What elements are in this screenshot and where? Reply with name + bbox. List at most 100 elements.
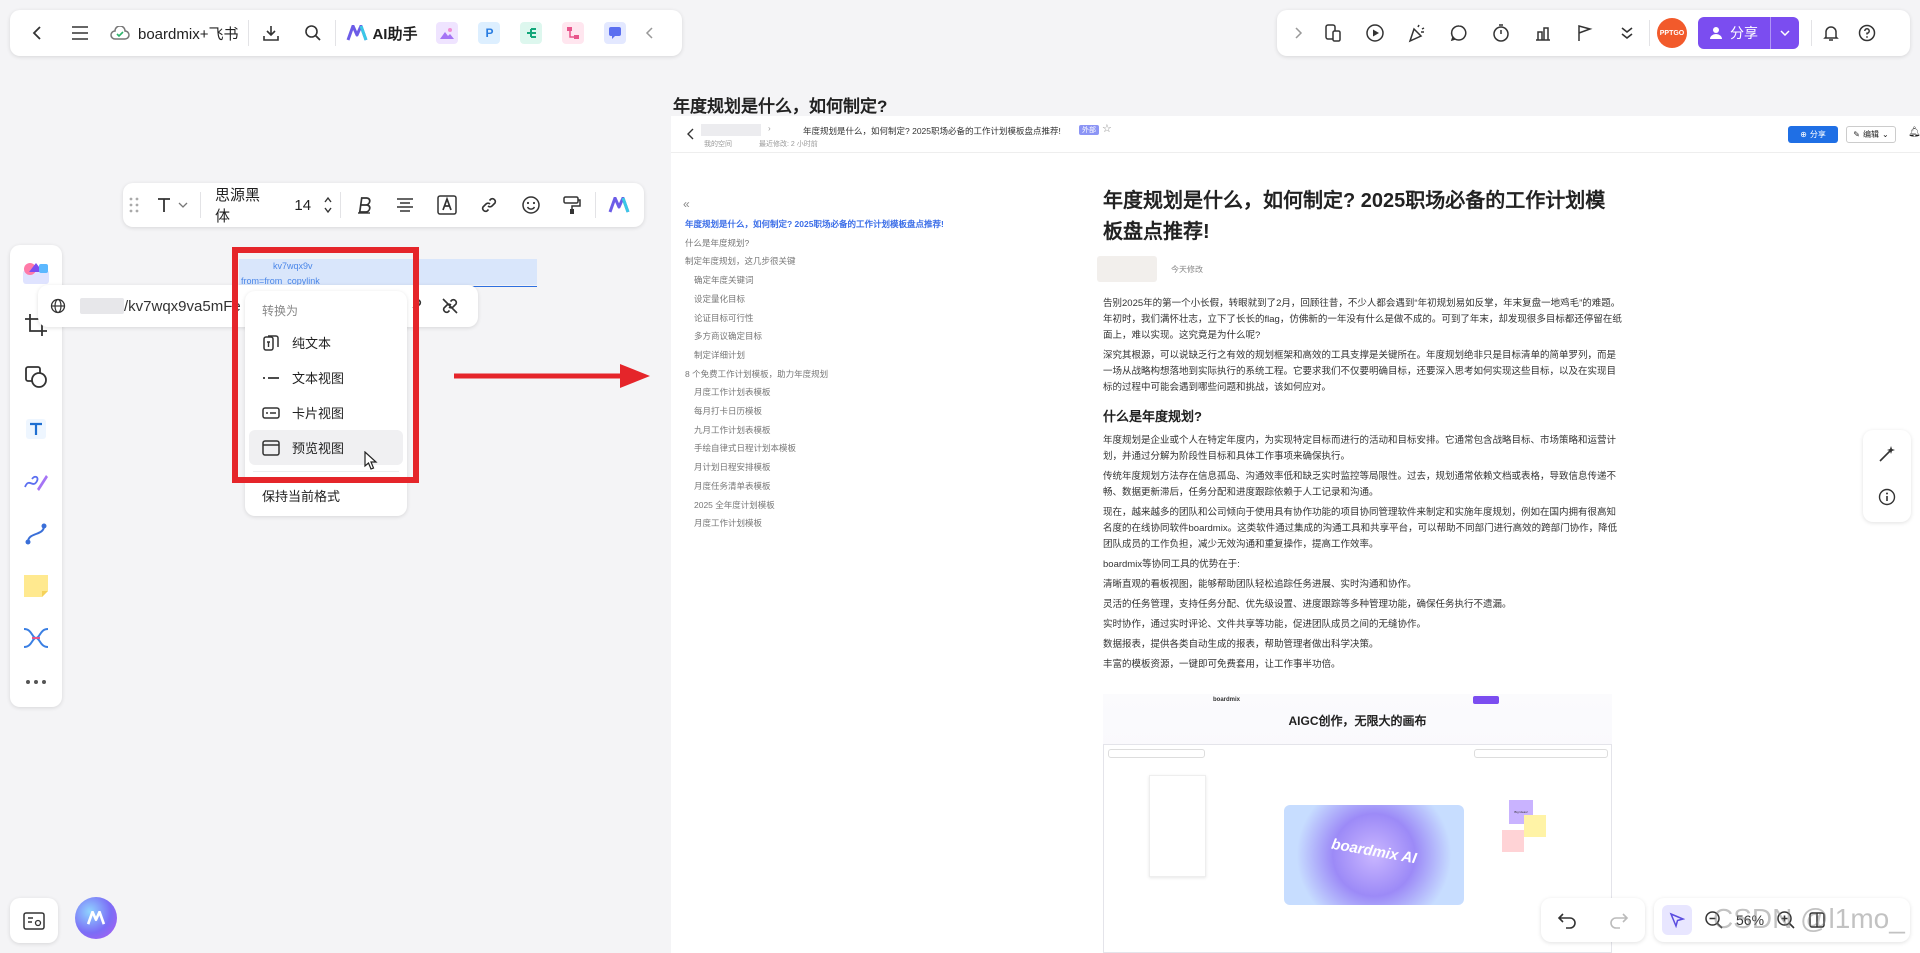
link-url[interactable]: /kv7wqx9va5mFe: [124, 298, 241, 315]
expand-toolbar-button[interactable]: [1285, 13, 1311, 53]
devices-icon: [1323, 23, 1343, 43]
celebrate-button[interactable]: [1397, 13, 1437, 53]
party-icon: [1407, 23, 1427, 43]
toc-item[interactable]: 每月打卡日历模板: [685, 402, 995, 421]
toc-item[interactable]: 多方商议确定目标: [685, 327, 995, 346]
plugin-mindmap-button[interactable]: [511, 13, 551, 53]
bell-icon[interactable]: 🔔︎: [1908, 127, 1920, 138]
toc-item[interactable]: 什么是年度规划?: [685, 234, 995, 253]
toc-item[interactable]: 月度任务清单表模板: [685, 477, 995, 496]
format-painter-icon: [562, 195, 582, 215]
sticky-note-tool[interactable]: [16, 566, 56, 605]
format-painter-button[interactable]: [553, 185, 591, 225]
toc-item[interactable]: 手绘自律式日程计划本模板: [685, 439, 995, 458]
timer-icon: [1491, 23, 1511, 43]
more-tools-button[interactable]: [1607, 13, 1647, 53]
toc-item[interactable]: 论证目标可行性: [685, 309, 995, 328]
font-size-stepper[interactable]: 14: [286, 196, 336, 214]
doc-edit-label: 编辑: [1863, 130, 1879, 139]
align-button[interactable]: [386, 185, 424, 225]
collapse-toc-icon[interactable]: «: [683, 197, 690, 211]
toc-item[interactable]: 8 个免费工作计划模板，助力年度规划: [685, 365, 995, 384]
article-paragraph: boardmix等协同工具的优势在于:: [1103, 559, 1240, 570]
present-button[interactable]: [1355, 13, 1395, 53]
article-banner-image: boardmix AIGC创作，无限大的画布 boardmix AI Big I…: [1103, 694, 1612, 953]
doc-edit-button[interactable]: ✎ 编辑 ⌄: [1846, 126, 1896, 143]
right-side-panel: [1863, 430, 1911, 522]
double-chevron-down-icon: [1619, 25, 1635, 41]
toc-item[interactable]: 年度规划是什么，如何制定? 2025职场必备的工作计划模板盘点推荐!: [685, 215, 995, 234]
text-style-dropdown[interactable]: [148, 187, 196, 223]
unlink-icon[interactable]: [440, 296, 460, 316]
ai-assistant-button[interactable]: AI助手: [338, 13, 425, 53]
plugin-p-button[interactable]: P: [469, 13, 509, 53]
chevron-down-icon: [178, 202, 188, 208]
connector-tool[interactable]: [16, 514, 56, 553]
toc-item[interactable]: 2025 全年度计划模板: [685, 496, 995, 515]
chevron-down-icon[interactable]: [1770, 17, 1799, 49]
shapes-icon: [24, 365, 48, 389]
switch-device-button[interactable]: [1313, 13, 1353, 53]
ai-format-button[interactable]: [600, 185, 638, 225]
drag-handle-icon[interactable]: [129, 197, 144, 213]
menu-item-keep-format[interactable]: 保持当前格式: [249, 478, 403, 513]
text-tool[interactable]: [16, 410, 56, 449]
chevron-left-icon[interactable]: [687, 128, 695, 140]
mindmap-tool[interactable]: [16, 618, 56, 657]
menu-button[interactable]: [60, 13, 100, 53]
pen-tool[interactable]: [16, 462, 56, 501]
back-button[interactable]: [18, 13, 58, 53]
link-button[interactable]: [470, 185, 508, 225]
timer-button[interactable]: [1481, 13, 1521, 53]
toc-item[interactable]: 设定量化目标: [685, 290, 995, 309]
article-paragraph: 灵活的任务管理，支持任务分配、优先级设置、进度跟踪等多种管理功能，确保任务执行不…: [1103, 599, 1512, 610]
sticky-note-icon: [22, 573, 50, 599]
text-color-button[interactable]: [428, 185, 466, 225]
emoji-button[interactable]: [512, 185, 550, 225]
info-icon[interactable]: [1878, 488, 1896, 506]
shape-tool[interactable]: [16, 357, 56, 396]
chevron-down-icon: ⌄: [1882, 130, 1889, 139]
doc-edited: 最近修改: 2 小时前: [759, 141, 818, 148]
download-button[interactable]: [251, 13, 291, 53]
plugin-flow-button[interactable]: [553, 13, 593, 53]
toc-item[interactable]: 确定年度关键词: [685, 271, 995, 290]
collapse-toolbar-button[interactable]: [637, 13, 663, 53]
toc-item[interactable]: 月计划日程安排模板: [685, 458, 995, 477]
article-paragraph: 传统年度规划方法存在信息孤岛、沟通效率低和缺乏实时监控等局限性。过去，规划通常依…: [1103, 471, 1617, 498]
search-button[interactable]: [293, 13, 333, 53]
star-icon[interactable]: ☆: [1102, 122, 1112, 135]
bold-button[interactable]: [345, 185, 383, 225]
user-avatar[interactable]: PPTGO: [1652, 13, 1692, 53]
toc-item[interactable]: 制定详细计划: [685, 346, 995, 365]
plugin-chat-button[interactable]: [595, 13, 635, 53]
divider: [595, 192, 597, 218]
magic-wand-icon[interactable]: [1877, 444, 1897, 464]
top-left-toolbar: boardmix+飞书 AI助手 P: [10, 10, 682, 56]
vote-button[interactable]: [1523, 13, 1563, 53]
toc-item[interactable]: 月度工作计划表模板: [685, 383, 995, 402]
font-family-select[interactable]: 思源黑体: [205, 184, 282, 226]
redo-icon[interactable]: [1609, 911, 1629, 929]
more-tools-button[interactable]: [16, 671, 56, 695]
minimap-button[interactable]: [10, 898, 58, 943]
share-button[interactable]: 分享: [1698, 17, 1799, 49]
follow-button[interactable]: [1565, 13, 1605, 53]
notification-button[interactable]: [1814, 13, 1848, 53]
comment-icon: [1449, 23, 1469, 43]
divider: [339, 192, 341, 218]
toc-item[interactable]: 九月工作计划表模板: [685, 421, 995, 440]
board-title-area[interactable]: boardmix+飞书: [102, 13, 246, 53]
ai-assistant-fab[interactable]: [75, 897, 117, 939]
toc-item[interactable]: 制定年度规划，这几步很关键: [685, 252, 995, 271]
help-button[interactable]: [1850, 13, 1884, 53]
pen-icon: ✎: [1853, 130, 1860, 139]
doc-share-button[interactable]: ⊕ 分享: [1788, 126, 1838, 143]
emoji-icon: [521, 195, 541, 215]
select-tool-button[interactable]: [1662, 905, 1692, 935]
chevron-left-icon: [645, 27, 655, 39]
plugin-image-button[interactable]: [427, 13, 467, 53]
undo-icon[interactable]: [1557, 911, 1577, 929]
toc-item[interactable]: 月度工作计划模板: [685, 514, 995, 533]
comment-button[interactable]: [1439, 13, 1479, 53]
